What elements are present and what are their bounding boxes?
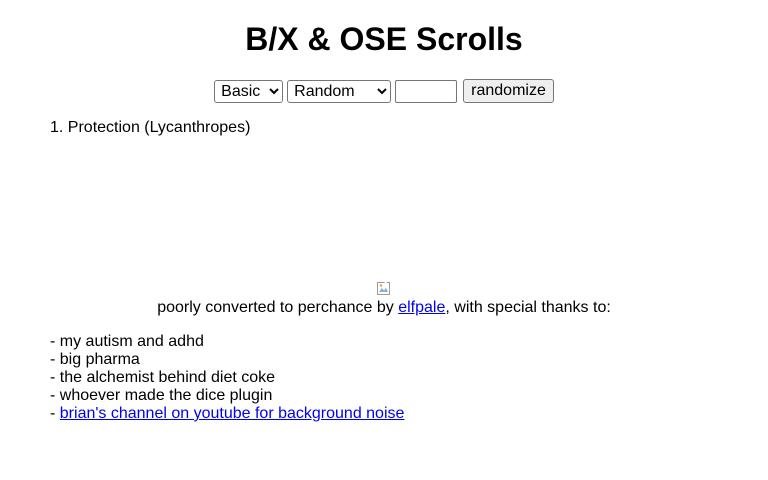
thanks-text: the alchemist behind diet coke xyxy=(59,369,276,386)
credit-prefix: poorly converted to perchance by xyxy=(157,299,399,316)
thanks-bullet: - xyxy=(50,351,60,368)
result-number: 1. xyxy=(50,119,64,136)
thanks-item: - whoever made the dice plugin xyxy=(50,387,404,405)
edition-select[interactable]: Basic xyxy=(214,79,284,103)
thanks-bullet: - xyxy=(50,387,60,404)
thanks-text: whoever made the dice plugin xyxy=(59,387,273,404)
count-input[interactable] xyxy=(395,79,458,103)
thanks-bullet: - xyxy=(50,405,60,422)
credit-line: poorly converted to perchance by elfpale… xyxy=(0,299,768,317)
page-title: B/X & OSE Scrolls xyxy=(245,21,523,57)
mode-select[interactable]: Random xyxy=(287,79,392,103)
broken-image-icon xyxy=(376,281,392,297)
author-link[interactable]: elfpale xyxy=(398,299,445,316)
result-item: 1. Protection (Lycanthropes) xyxy=(50,119,250,137)
result-text: Protection (Lycanthropes) xyxy=(67,119,251,136)
credit-suffix: , with special thanks to: xyxy=(445,299,611,316)
youtube-channel-link[interactable]: brian's channel on youtube for backgroun… xyxy=(60,405,405,422)
controls-bar: Basic Random randomize xyxy=(0,79,768,103)
thanks-bullet: - xyxy=(50,369,60,386)
results-list: 1. Protection (Lycanthropes) xyxy=(50,119,250,137)
thanks-bullet: - xyxy=(50,333,60,350)
randomize-button[interactable]: randomize xyxy=(463,79,554,103)
thanks-item: - big pharma xyxy=(50,351,404,369)
thanks-item: - brian's channel on youtube for backgro… xyxy=(50,405,404,423)
thanks-item: - my autism and adhd xyxy=(50,333,404,351)
thanks-text: my autism and adhd xyxy=(59,333,204,350)
thanks-text: big pharma xyxy=(59,351,140,368)
thanks-item: - the alchemist behind diet coke xyxy=(50,369,404,387)
thanks-list: - my autism and adhd - big pharma - the … xyxy=(50,333,404,423)
